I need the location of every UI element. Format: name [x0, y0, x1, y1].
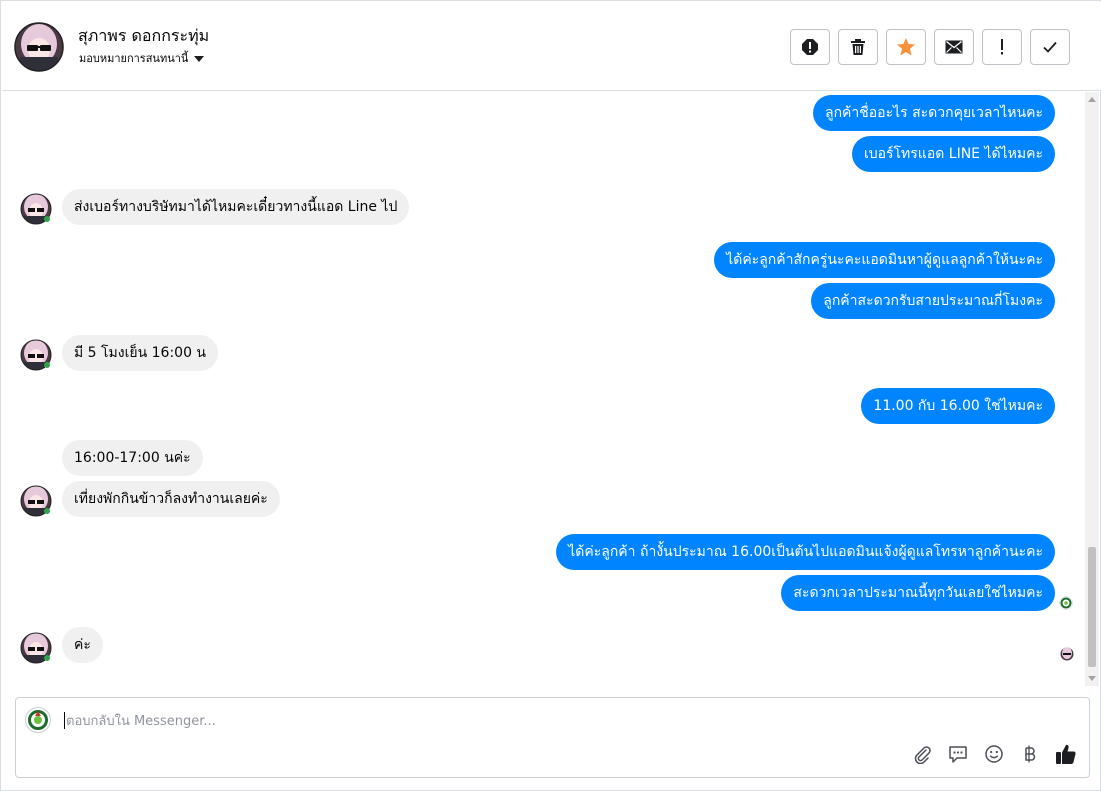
contact-avatar-small: [20, 339, 52, 371]
reply-input[interactable]: [66, 708, 966, 734]
chat-bubble-icon: [949, 746, 967, 763]
scroll-down-icon[interactable]: [1088, 676, 1096, 681]
alert-circle-icon: [802, 39, 818, 55]
contact-avatar-small: [20, 485, 52, 517]
outgoing-message[interactable]: ลูกค้าสะดวกรับสายประมาณกี่โมงคะ: [811, 283, 1055, 319]
outgoing-message[interactable]: ลูกค้าชื่ออะไร สะดวกคุยเวลาไหนคะ: [812, 95, 1055, 131]
mark-unread-button[interactable]: [934, 29, 974, 65]
saved-replies-button[interactable]: [945, 741, 971, 767]
thumbs-up-icon: [1056, 744, 1076, 765]
star-button[interactable]: [886, 29, 926, 65]
follow-up-button[interactable]: [982, 29, 1022, 65]
incoming-message[interactable]: ค่ะ: [62, 627, 103, 663]
assign-conversation-dropdown[interactable]: มอบหมายการสนทนานี้: [79, 49, 205, 67]
star-icon: [897, 38, 915, 56]
incoming-message[interactable]: เที่ยงพักกินข้าวก็ลงทำงานเลยค่ะ: [62, 481, 280, 517]
contact-avatar-small: [20, 632, 52, 664]
conversation-header: สุภาพร ดอกกระทุ่ม มอบหมายการสนทนานี้: [2, 2, 1101, 91]
checkmark-icon: [1043, 41, 1057, 53]
page-seen-indicator: [1059, 596, 1073, 610]
outgoing-message[interactable]: ได้ค่ะลูกค้า ถ้างั้นประมาณ 16.00เป็นต้นไ…: [556, 534, 1055, 570]
contact-name[interactable]: สุภาพร ดอกกระทุ่ม: [78, 24, 209, 49]
incoming-message[interactable]: มี 5 โมงเย็น 16:00 น: [62, 335, 218, 371]
baht-icon: [1025, 745, 1036, 763]
reply-composer: [15, 697, 1090, 778]
spam-button[interactable]: [790, 29, 830, 65]
attach-file-button[interactable]: [909, 741, 935, 767]
contact-avatar[interactable]: [14, 22, 64, 72]
delete-button[interactable]: [838, 29, 878, 65]
emoji-icon: [985, 745, 1003, 763]
contact-seen-indicator: [1060, 647, 1074, 661]
exclamation-icon: [1001, 39, 1003, 55]
composer-tools: [909, 741, 1079, 767]
page-avatar: [25, 707, 51, 733]
scroll-up-icon[interactable]: [1088, 97, 1096, 102]
incoming-message[interactable]: ส่งเบอร์ทางบริษัทมาได้ไหมคะเดี๋ยวทางนี้แ…: [62, 189, 410, 225]
scrollbar-thumb[interactable]: [1088, 547, 1096, 667]
send-like-button[interactable]: [1053, 741, 1079, 767]
outgoing-message[interactable]: สะดวกเวลาประมาณนี้ทุกวันเลยใช่ไหมคะ: [781, 575, 1055, 611]
outgoing-message[interactable]: เบอร์โทรแอด LINE ได้ไหมคะ: [851, 136, 1055, 172]
incoming-message[interactable]: 16:00-17:00 นค่ะ: [62, 440, 203, 476]
paperclip-icon: [914, 746, 931, 764]
message-thread[interactable]: ลูกค้าชื่ออะไร สะดวกคุยเวลาไหนคะ เบอร์โท…: [2, 92, 1101, 686]
emoji-button[interactable]: [981, 741, 1007, 767]
mark-done-button[interactable]: [1030, 29, 1070, 65]
envelope-icon: [945, 40, 963, 54]
text-cursor: [64, 712, 65, 729]
conversation-toolbar: [790, 29, 1070, 65]
assign-label: มอบหมายการสนทนานี้: [79, 52, 189, 65]
thread-scrollbar[interactable]: [1085, 92, 1099, 686]
outgoing-message[interactable]: ได้ค่ะลูกค้าสักครู่นะคะแอดมินหาผู้ดูแลลู…: [714, 242, 1055, 278]
payment-button[interactable]: [1017, 741, 1043, 767]
caret-down-icon: [194, 55, 205, 62]
outgoing-message[interactable]: 11.00 กับ 16.00 ใช่ไหมคะ: [861, 388, 1055, 424]
contact-avatar-small: [20, 193, 52, 225]
messenger-window: สุภาพร ดอกกระทุ่ม มอบหมายการสนทนานี้ ลูก…: [0, 0, 1101, 791]
trash-icon: [851, 39, 865, 55]
